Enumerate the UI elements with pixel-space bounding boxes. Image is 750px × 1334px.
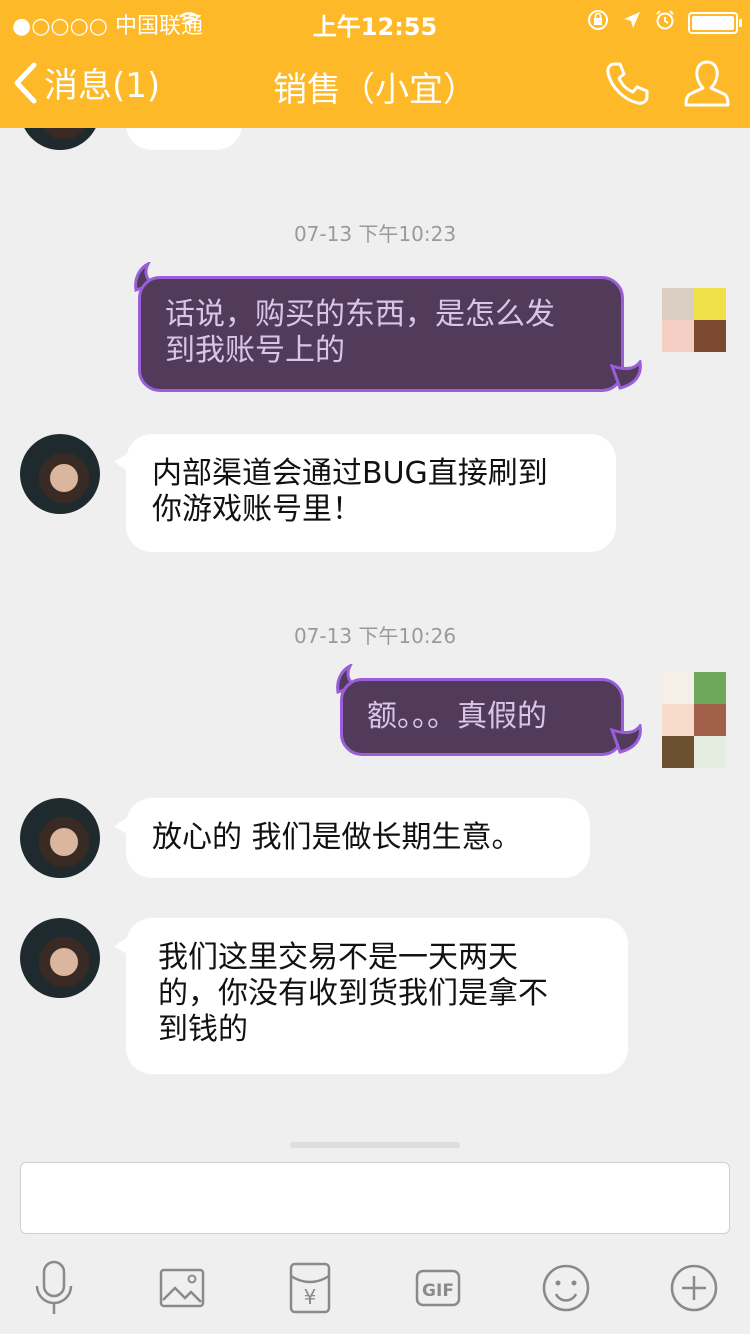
orientation-lock-icon bbox=[586, 8, 610, 38]
partial-message-bubble bbox=[126, 128, 242, 150]
message-text: 内部渠道会通过BUG直接刷到 bbox=[152, 456, 548, 491]
contact-avatar[interactable] bbox=[20, 434, 100, 514]
received-message-bubble[interactable]: 内部渠道会通过BUG直接刷到 你游戏账号里！ bbox=[114, 434, 616, 552]
phone-icon bbox=[606, 62, 649, 105]
voice-button[interactable] bbox=[24, 1258, 84, 1318]
message-text: 额。。。真假的 bbox=[367, 699, 547, 734]
message-text: 到钱的 bbox=[158, 1012, 248, 1047]
image-button[interactable] bbox=[152, 1258, 212, 1318]
devil-tail-decoration bbox=[610, 360, 642, 390]
message-text: 我们这里交易不是一天两天 bbox=[158, 940, 518, 975]
received-message-bubble[interactable]: 放心的 我们是做长期生意。 bbox=[114, 798, 590, 878]
contact-avatar[interactable] bbox=[20, 798, 100, 878]
message-text: 你游戏账号里！ bbox=[152, 492, 362, 527]
contact-avatar[interactable] bbox=[20, 918, 100, 998]
more-button[interactable] bbox=[664, 1258, 724, 1318]
emoji-button[interactable] bbox=[536, 1258, 596, 1318]
message-text: 到我账号上的 bbox=[165, 333, 345, 368]
microphone-icon bbox=[35, 1260, 73, 1314]
alarm-icon bbox=[654, 9, 676, 37]
timestamp: 07-13 下午10:26 bbox=[293, 624, 457, 648]
timestamp: 07-13 下午10:23 bbox=[293, 222, 457, 246]
message-list[interactable]: 07-13 下午10:23 话说，购买的东西，是怎么发 到我账号上的 内部渠道会… bbox=[0, 128, 750, 1148]
nav-bar: 消息(1) 销售（小宜） bbox=[0, 40, 750, 128]
user-avatar[interactable] bbox=[662, 288, 726, 352]
gif-button[interactable]: GIF bbox=[408, 1258, 468, 1318]
wifi-icon bbox=[176, 8, 202, 34]
profile-button[interactable] bbox=[684, 58, 730, 112]
message-text: 的，你没有收到货我们是拿不 bbox=[158, 976, 548, 1011]
plus-icon bbox=[670, 1264, 718, 1312]
devil-tail-decoration bbox=[610, 724, 642, 754]
status-bar: ●○○○○ 中国联通 上午12:55 bbox=[0, 0, 750, 41]
red-packet-button[interactable]: ¥ bbox=[280, 1258, 340, 1318]
chat-toolbar: ¥ GIF bbox=[0, 1248, 750, 1334]
user-avatar[interactable] bbox=[662, 672, 726, 768]
currency-symbol: ¥ bbox=[304, 1285, 317, 1309]
phone-call-button[interactable] bbox=[604, 60, 650, 110]
sent-message-bubble[interactable]: 话说，购买的东西，是怎么发 到我账号上的 bbox=[138, 276, 624, 392]
battery-icon bbox=[688, 12, 742, 34]
emoji-icon bbox=[542, 1264, 590, 1312]
red-packet-icon: ¥ bbox=[289, 1262, 331, 1314]
gif-label: GIF bbox=[422, 1281, 454, 1301]
message-text: 话说，购买的东西，是怎么发 bbox=[165, 297, 555, 332]
location-icon bbox=[622, 10, 642, 36]
message-input[interactable] bbox=[20, 1162, 730, 1234]
message-text: 放心的 我们是做长期生意。 bbox=[152, 820, 522, 855]
input-bar bbox=[0, 1148, 750, 1248]
received-message-bubble[interactable]: 我们这里交易不是一天两天 的，你没有收到货我们是拿不 到钱的 bbox=[114, 918, 628, 1074]
status-icons bbox=[179, 8, 742, 38]
contact-avatar[interactable] bbox=[20, 128, 100, 150]
gif-icon: GIF bbox=[415, 1269, 461, 1307]
image-icon bbox=[159, 1268, 205, 1308]
sent-message-bubble[interactable]: 额。。。真假的 bbox=[340, 678, 624, 756]
person-icon bbox=[684, 60, 730, 107]
